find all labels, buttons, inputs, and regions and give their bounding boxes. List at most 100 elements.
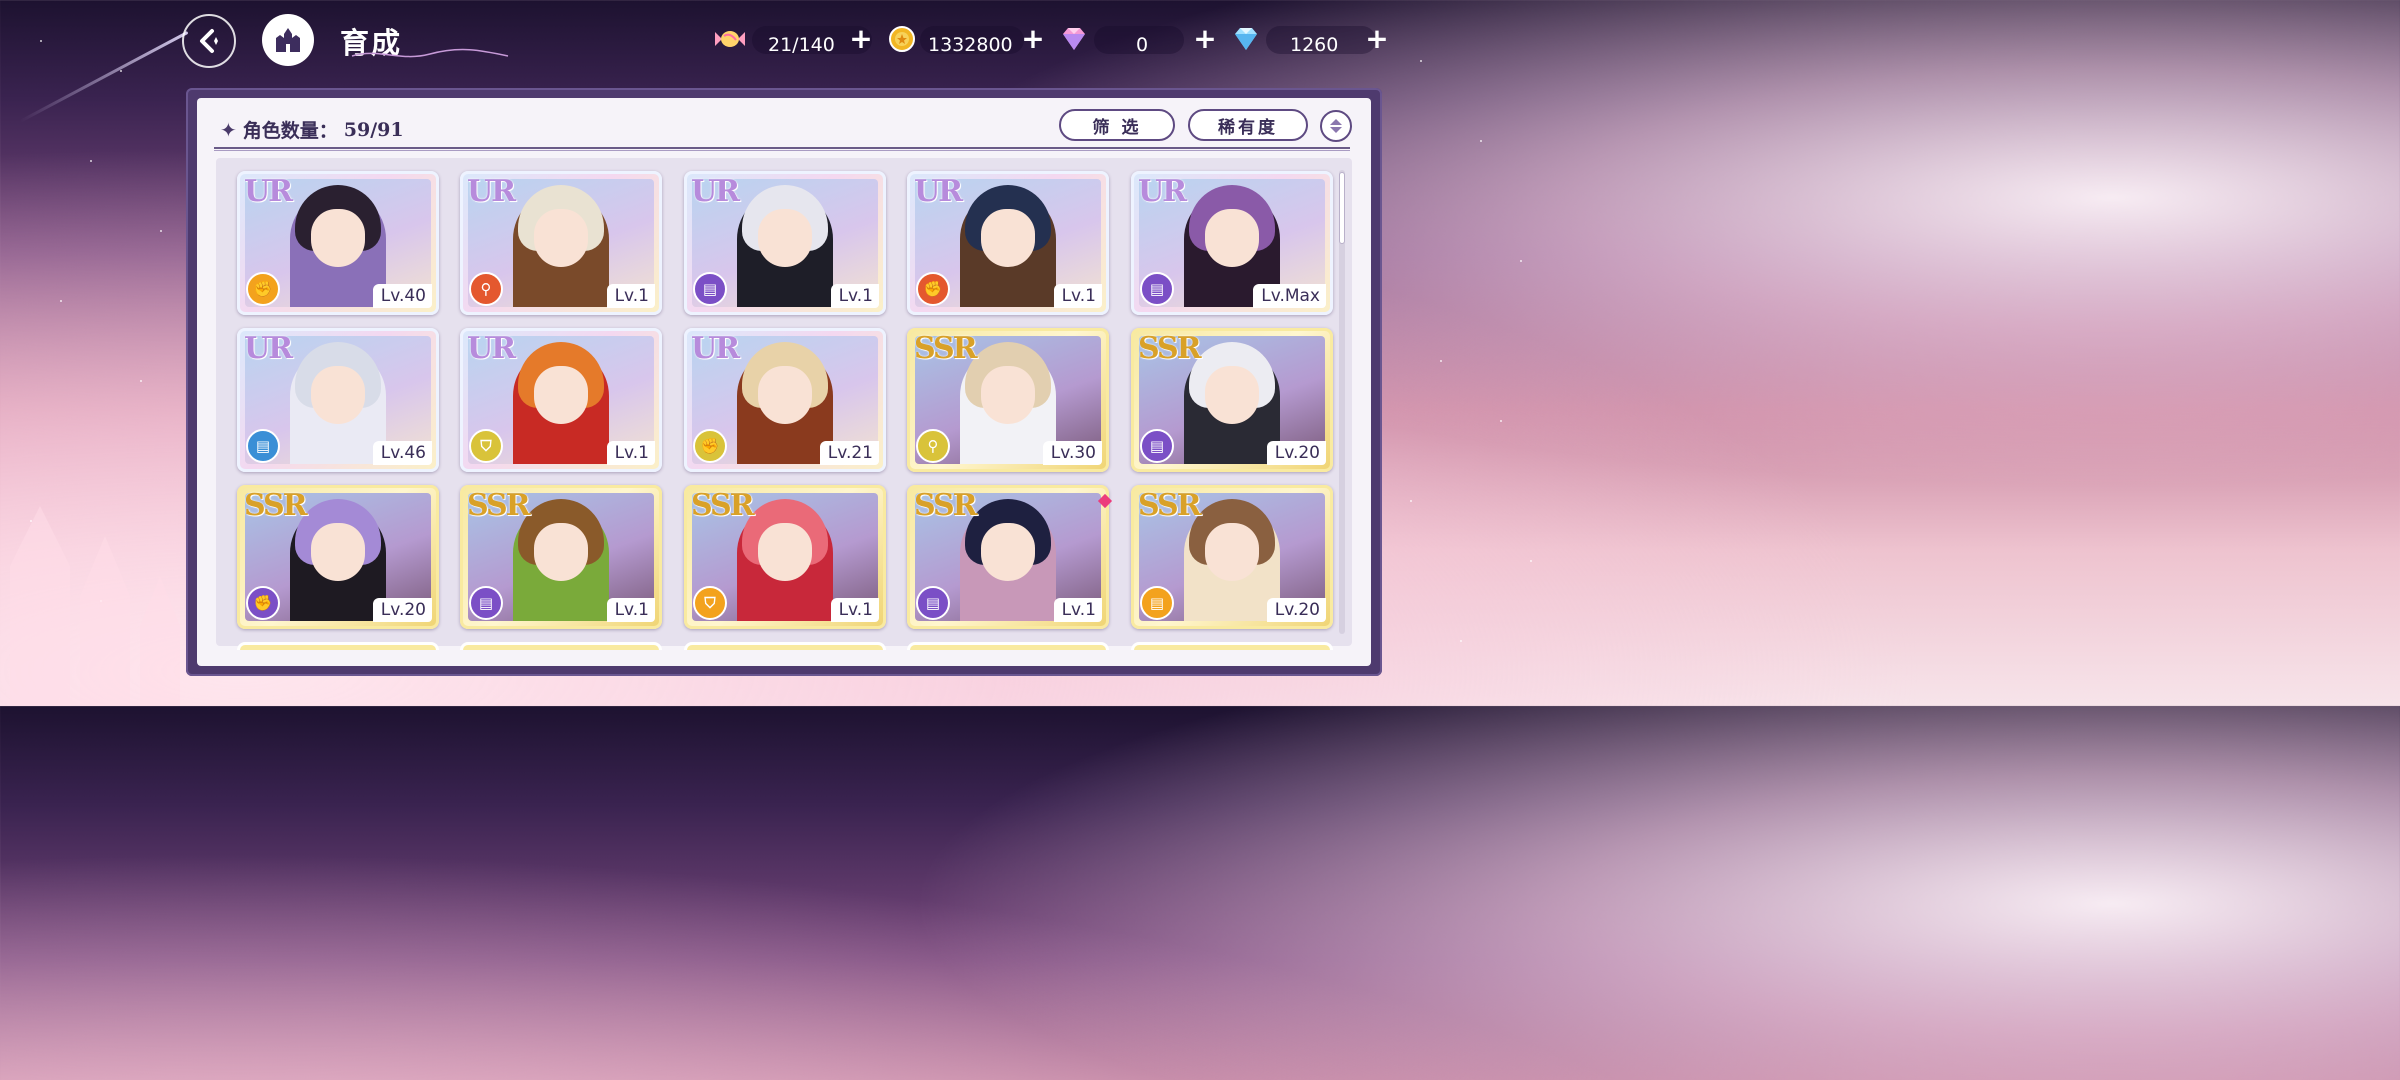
rarity-badge: UR <box>1138 174 1187 209</box>
rarity-badge: UR <box>467 174 516 209</box>
level-label: Lv.1 <box>606 284 655 308</box>
character-card[interactable]: SSR ✊ Lv.20 <box>237 485 439 629</box>
level-label: Lv.1 <box>606 441 655 465</box>
sort-down-icon <box>1330 127 1342 133</box>
portrait-face <box>981 523 1035 581</box>
character-card-partial[interactable] <box>907 642 1109 650</box>
rarity-badge: UR <box>467 331 516 366</box>
character-card[interactable]: SSR ▤ Lv.20 <box>1131 328 1333 472</box>
home-button[interactable] <box>262 14 314 66</box>
portrait-face <box>1205 366 1259 424</box>
sort-up-icon <box>1330 119 1342 125</box>
portrait-face <box>1205 209 1259 267</box>
count-value: 59/91 <box>343 118 404 141</box>
sparkle <box>1410 500 1412 502</box>
rarity-badge: SSR <box>914 331 978 366</box>
level-label: Lv.46 <box>372 441 432 465</box>
rarity-badge: UR <box>914 174 963 209</box>
portrait-face <box>534 523 588 581</box>
level-label: Lv.Max <box>1253 284 1326 308</box>
book-type-icon: ▤ <box>1140 586 1174 620</box>
scrollbar-thumb[interactable] <box>1339 172 1345 244</box>
sparkle <box>160 230 162 232</box>
character-card[interactable]: SSR ▤ Lv.1 <box>907 485 1109 629</box>
character-card[interactable]: SSR ⚲ Lv.30 <box>907 328 1109 472</box>
shield-type-icon: ⛉ <box>469 429 503 463</box>
sparkle-icon: ✦ <box>220 117 237 142</box>
character-card-partial[interactable] <box>1131 642 1333 650</box>
character-card[interactable]: SSR ▤ Lv.20 <box>1131 485 1333 629</box>
rarity-badge: SSR <box>691 488 755 523</box>
character-card[interactable]: UR ▤ Lv.46 <box>237 328 439 472</box>
rarity-badge: SSR <box>1138 488 1202 523</box>
level-label: Lv.1 <box>1053 284 1102 308</box>
rarity-badge: SSR <box>244 488 308 523</box>
rarity-badge: UR <box>244 331 293 366</box>
rarity-badge: UR <box>244 174 293 209</box>
header-divider <box>214 147 1350 151</box>
rarity-badge: UR <box>691 331 740 366</box>
fist-type-icon: ✊ <box>916 272 950 306</box>
count-label: 角色数量： <box>242 120 338 142</box>
portrait-face <box>311 366 365 424</box>
title-flourish <box>351 48 509 58</box>
book-type-icon: ▤ <box>916 586 950 620</box>
shield-type-icon: ⛉ <box>693 586 727 620</box>
portrait-face <box>758 366 812 424</box>
sort-order-button[interactable] <box>1320 110 1352 142</box>
pink-diamond-icon <box>1063 28 1085 50</box>
sparkle <box>120 70 122 72</box>
character-card-partial[interactable] <box>460 642 662 650</box>
level-label: Lv.1 <box>606 598 655 622</box>
back-arrow-icon <box>200 29 218 53</box>
level-label: Lv.1 <box>1053 598 1102 622</box>
portrait-face <box>534 366 588 424</box>
level-label: Lv.21 <box>819 441 879 465</box>
resource-value-free_gem: 1260 <box>1290 34 1339 56</box>
character-card[interactable]: UR ✊ Lv.40 <box>237 171 439 315</box>
fist-type-icon: ✊ <box>693 429 727 463</box>
fist-type-icon: ✊ <box>246 272 280 306</box>
coin-icon <box>889 26 915 52</box>
book-type-icon: ▤ <box>1140 429 1174 463</box>
portrait-face <box>758 209 812 267</box>
character-card[interactable]: UR ⛉ Lv.1 <box>460 328 662 472</box>
sky-streak <box>19 30 189 123</box>
rarity-badge: UR <box>691 174 740 209</box>
level-label: Lv.40 <box>372 284 432 308</box>
rarity-badge: SSR <box>1138 331 1202 366</box>
sparkle <box>140 380 142 382</box>
sort-rarity-button[interactable]: 稀有度 <box>1188 109 1308 141</box>
character-card[interactable]: UR ▤ Lv.1 <box>684 171 886 315</box>
blue-diamond-icon <box>1235 28 1257 50</box>
character-card[interactable]: UR ⚲ Lv.1 <box>460 171 662 315</box>
add-paid_gem-button[interactable]: + <box>1192 24 1218 54</box>
fist-type-icon: ✊ <box>246 586 280 620</box>
character-card-partial[interactable] <box>237 642 439 650</box>
book-type-icon: ▤ <box>1140 272 1174 306</box>
resource-value-stamina: 21/140 <box>768 34 835 56</box>
character-card[interactable]: SSR ▤ Lv.1 <box>460 485 662 629</box>
sparkle <box>1530 560 1532 562</box>
character-card-partial[interactable] <box>684 642 886 650</box>
character-card[interactable]: UR ▤ Lv.Max <box>1131 171 1333 315</box>
level-label: Lv.20 <box>372 598 432 622</box>
sparkle <box>1460 640 1462 642</box>
rarity-badge: SSR <box>914 488 978 523</box>
character-card[interactable]: UR ✊ Lv.1 <box>907 171 1109 315</box>
character-count: ✦ 角色数量： 59/91 <box>220 116 404 143</box>
sparkle <box>1500 420 1502 422</box>
level-label: Lv.30 <box>1042 441 1102 465</box>
filter-button[interactable]: 筛 选 <box>1059 109 1175 141</box>
sparkle <box>1420 60 1422 62</box>
add-gold-button[interactable]: + <box>1020 24 1046 54</box>
character-card[interactable]: UR ✊ Lv.21 <box>684 328 886 472</box>
portrait-face <box>311 209 365 267</box>
character-card[interactable]: SSR ⛉ Lv.1 <box>684 485 886 629</box>
back-button[interactable] <box>182 14 236 68</box>
level-label: Lv.1 <box>830 284 879 308</box>
sparkle <box>1520 260 1522 262</box>
add-stamina-button[interactable]: + <box>848 24 874 54</box>
sparkle <box>1440 360 1442 362</box>
add-free_gem-button[interactable]: + <box>1364 24 1390 54</box>
